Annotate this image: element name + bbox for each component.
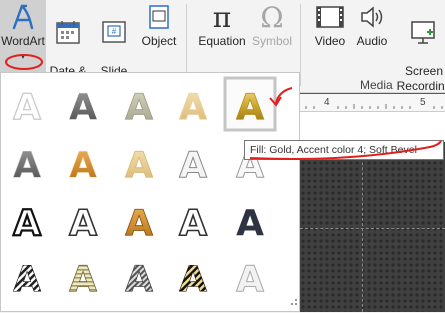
wordart-style-white-reflection[interactable]: A (236, 259, 265, 301)
chevron-down-icon[interactable]: ▾ (0, 49, 46, 64)
wordart-style-dark-fill[interactable]: A (236, 203, 264, 244)
date-time-button[interactable]: Date & Time (48, 0, 88, 93)
media-group-label: Media (360, 78, 393, 92)
svg-text:#: # (112, 27, 117, 36)
wordart-style-orange-glow[interactable]: A (69, 145, 98, 187)
wordart-style-white-black-shadow[interactable]: A (178, 202, 208, 245)
wordart-style-gray-shadow[interactable]: A (13, 145, 42, 187)
equation-button[interactable]: π Equation (194, 0, 250, 72)
audio-button[interactable]: Audio (352, 0, 392, 72)
wordart-style-orange-bevel[interactable]: A (125, 203, 154, 245)
wordart-style-fill-white-outline[interactable]: A (12, 86, 41, 128)
horizontal-ruler: 4 5 (300, 94, 445, 112)
slide-number-button[interactable]: # Slide Number (90, 0, 138, 93)
object-label: Object (141, 34, 177, 48)
film-icon (308, 0, 352, 34)
slide-guide (362, 142, 363, 312)
pi-icon: π (212, 0, 232, 34)
wordart-style-pattern-gray[interactable]: A (125, 259, 154, 301)
wordart-style-fill-olive[interactable]: A (125, 87, 154, 129)
symbol-label: Symbol (251, 34, 292, 48)
resize-grip-icon[interactable] (291, 299, 297, 305)
audio-label: Audio (356, 34, 388, 48)
symbol-button[interactable]: Ω Symbol (250, 0, 294, 72)
wordart-gallery-grid: A A A A A A A A A A A A A A A A A A A A (12, 76, 297, 305)
wordart-style-fill-gray[interactable]: A (69, 87, 97, 128)
video-button[interactable]: Video (308, 0, 352, 72)
screen-recording-icon (394, 15, 445, 49)
wordart-button[interactable]: WordArt ▾ (0, 0, 46, 72)
omega-icon: Ω (260, 0, 284, 34)
style-tooltip: Fill: Gold, Accent color 4; Soft Bevel (244, 140, 444, 160)
object-button[interactable]: Object (140, 0, 178, 72)
wordart-style-white-gray-outline[interactable]: A (179, 145, 208, 187)
wordart-style-pattern-black[interactable]: A (13, 259, 42, 301)
wordart-style-pattern-olive[interactable]: A (69, 259, 98, 301)
screen-recording-button[interactable]: Screen Recording (394, 0, 445, 93)
wordart-style-black-outline[interactable]: A (12, 202, 42, 245)
speaker-icon (352, 0, 392, 34)
wordart-style-fill-peach[interactable]: A (179, 87, 208, 129)
wordart-style-white-dark-outline[interactable]: A (68, 202, 98, 245)
wordart-gallery: A A A A A A A A A A A A A A A A A A A A (0, 72, 300, 312)
slide-canvas-top (300, 112, 445, 142)
wordart-style-fill-gold-soft-bevel[interactable]: A (236, 87, 265, 129)
calendar-icon (48, 15, 88, 49)
wordart-style-peach-bevel[interactable]: A (125, 145, 154, 187)
slide-guide (300, 228, 445, 229)
wordart-style-pattern-gold[interactable]: A (179, 259, 208, 301)
slide-number-icon: # (90, 15, 138, 49)
wordart-label: WordArt (1, 34, 45, 48)
wordart-icon (0, 0, 46, 34)
equation-label: Equation (198, 34, 246, 48)
slide-canvas[interactable] (300, 142, 445, 312)
screen-recording-label: Screen Recording (396, 64, 445, 93)
video-label: Video (314, 34, 346, 48)
object-icon (140, 0, 178, 34)
